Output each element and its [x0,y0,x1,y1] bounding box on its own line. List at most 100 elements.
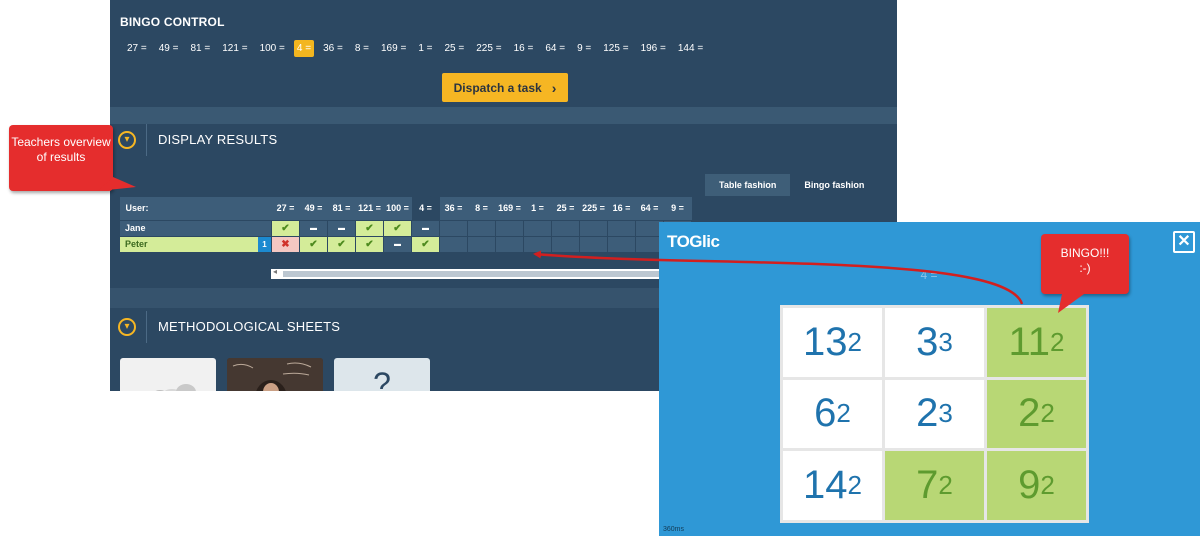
user-column-header: User: [119,197,272,220]
task-chip[interactable]: 144 = [675,40,706,57]
check-icon: ✔ [299,235,328,253]
scroll-left-icon[interactable]: ◂ [273,267,277,276]
scrollbar-thumb[interactable] [283,271,671,277]
task-chip[interactable]: 125 = [600,40,631,57]
empty-result-cell [523,235,552,253]
dash-icon: ▬ [327,219,356,237]
bingo-cell-base: 7 [916,463,939,508]
methodological-sheets-title: METHODOLOGICAL SHEETS [158,319,341,334]
task-chip[interactable]: 121 = [219,40,250,57]
check-icon: ✔ [271,219,300,237]
bingo-cell-exponent: 2 [1040,398,1055,429]
task-chip[interactable]: 1 = [415,40,435,57]
bingo-cell-base: 2 [1018,391,1041,436]
screenshot-stage: BINGO CONTROL 27 = 49 = 81 = 121 = 100 = 4 = 3… [0,0,1200,536]
header-divider [146,311,147,343]
bingo-cell[interactable]: 33 [885,308,984,377]
task-chip[interactable]: 27 = [124,40,150,57]
bingo-cell-base: 2 [916,391,939,436]
task-chip[interactable]: 36 = [320,40,346,57]
bingo-callout-line1: BINGO!!! [1060,246,1110,260]
tab-table-fashion[interactable]: Table fashion [705,174,791,196]
task-chip-list: 27 = 49 = 81 = 121 = 100 = 4 = 36 = 8 = 169 = 1 =… [124,40,706,57]
dash-icon: ▬ [383,235,412,253]
result-column-header: 64 = [635,197,664,220]
check-icon: ✔ [355,219,384,237]
timer-readout: 360ms [663,526,685,533]
bingo-cell-base: 14 [803,463,848,508]
bingo-cell[interactable]: 22 [987,379,1086,449]
task-chip[interactable]: 225 = [473,40,504,57]
teacher-overview-callout: Teachers overview of results [9,125,113,191]
result-column-header: 36 = [439,197,468,220]
task-chip[interactable]: 25 = [442,40,468,57]
result-column-header: 16 = [607,197,636,220]
bingo-cell[interactable]: 62 [783,379,882,449]
task-chip[interactable]: 9 = [574,40,594,57]
bingo-cell-exponent: 2 [847,326,862,357]
bingo-cell[interactable]: 92 [987,451,1086,520]
user-name-cell[interactable]: Peter 1 [119,235,272,253]
bingo-control-panel: BINGO CONTROL 27 = 49 = 81 = 121 = 100 = 4 = 3… [110,10,897,107]
sheet-thumbnail-molecules[interactable] [120,358,216,391]
bingo-callout: BINGO!!! :-) [1041,234,1129,294]
task-chip[interactable]: 100 = [257,40,288,57]
empty-result-cell [467,219,496,237]
task-chip[interactable]: 64 = [542,40,568,57]
user-name: Jane [125,223,146,233]
bingo-cell-exponent: 3 [938,326,953,357]
bingo-cell[interactable]: 23 [885,379,984,449]
task-chip[interactable]: 196 = [638,40,669,57]
count-badge: 1 [258,236,271,252]
result-column-header: 1 = [523,197,552,220]
dash-icon: ▬ [411,219,440,237]
toglic-logo: TOGlic [667,232,720,251]
bingo-cell-base: 6 [814,391,837,436]
result-column-header: 8 = [467,197,496,220]
table-row[interactable]: Jane ✔ ▬ ▬ ✔ ✔ ▬ [119,219,692,237]
results-table: User: 27 = 49 = 81 = 121 = 100 = 4 = 36 = 8 = 16… [119,197,692,253]
user-name-cell[interactable]: Jane [119,219,272,237]
header-divider [146,124,147,156]
task-chip[interactable]: 16 = [511,40,537,57]
result-column-header: 49 = [299,197,328,220]
results-body: Jane ✔ ▬ ▬ ✔ ✔ ▬ Peter 1 ✖ ✔ ✔ ✔ ▬ ✔ [119,219,692,253]
dispatch-task-button[interactable]: Dispatch a task › [442,73,568,102]
result-column-header: 27 = [271,197,300,220]
task-chip[interactable]: 4 = [293,40,315,57]
table-row[interactable]: Peter 1 ✖ ✔ ✔ ✔ ▬ ✔ [119,235,692,253]
chevron-down-icon[interactable]: ▾ [118,131,136,149]
display-results-header: ▾ DISPLAY RESULTS [110,124,897,156]
chevron-down-icon[interactable]: ▾ [118,318,136,336]
bingo-cell[interactable]: 13 2 [783,308,882,377]
empty-result-cell [579,235,608,253]
task-chip[interactable]: 81 = [188,40,214,57]
sheet-thumbnail-question[interactable]: ? [334,358,430,391]
close-icon[interactable]: ✕ [1173,231,1195,253]
bingo-cell-exponent: 3 [938,398,953,429]
empty-result-cell [551,235,580,253]
bingo-control-title: BINGO CONTROL [120,15,225,29]
bingo-cell[interactable]: 14 2 [783,451,882,520]
dash-icon: ▬ [299,219,328,237]
bingo-cell-base: 3 [916,319,939,364]
result-column-header: 9 = [663,197,692,220]
result-column-header: 100 = [383,197,412,220]
tab-bingo-fashion[interactable]: Bingo fashion [790,174,878,196]
check-icon: ✔ [411,235,440,253]
bingo-cell[interactable]: 72 [885,451,984,520]
bingo-cell-exponent: 2 [836,398,851,429]
view-tabs: Table fashion Bingo fashion [705,174,878,196]
task-chip[interactable]: 8 = [352,40,372,57]
task-chip[interactable]: 49 = [156,40,182,57]
student-photo-illustration [227,358,323,391]
check-icon: ✔ [383,219,412,237]
check-icon: ✔ [355,235,384,253]
task-chip[interactable]: 169 = [378,40,409,57]
current-task-label: 4 = [920,268,938,282]
horizontal-scrollbar[interactable]: ◂ [271,267,671,279]
result-column-header: 81 = [327,197,356,220]
check-icon: ✔ [327,235,356,253]
bingo-cell[interactable]: 11 2 [987,308,1086,377]
sheet-thumbnail-student[interactable] [227,358,323,391]
